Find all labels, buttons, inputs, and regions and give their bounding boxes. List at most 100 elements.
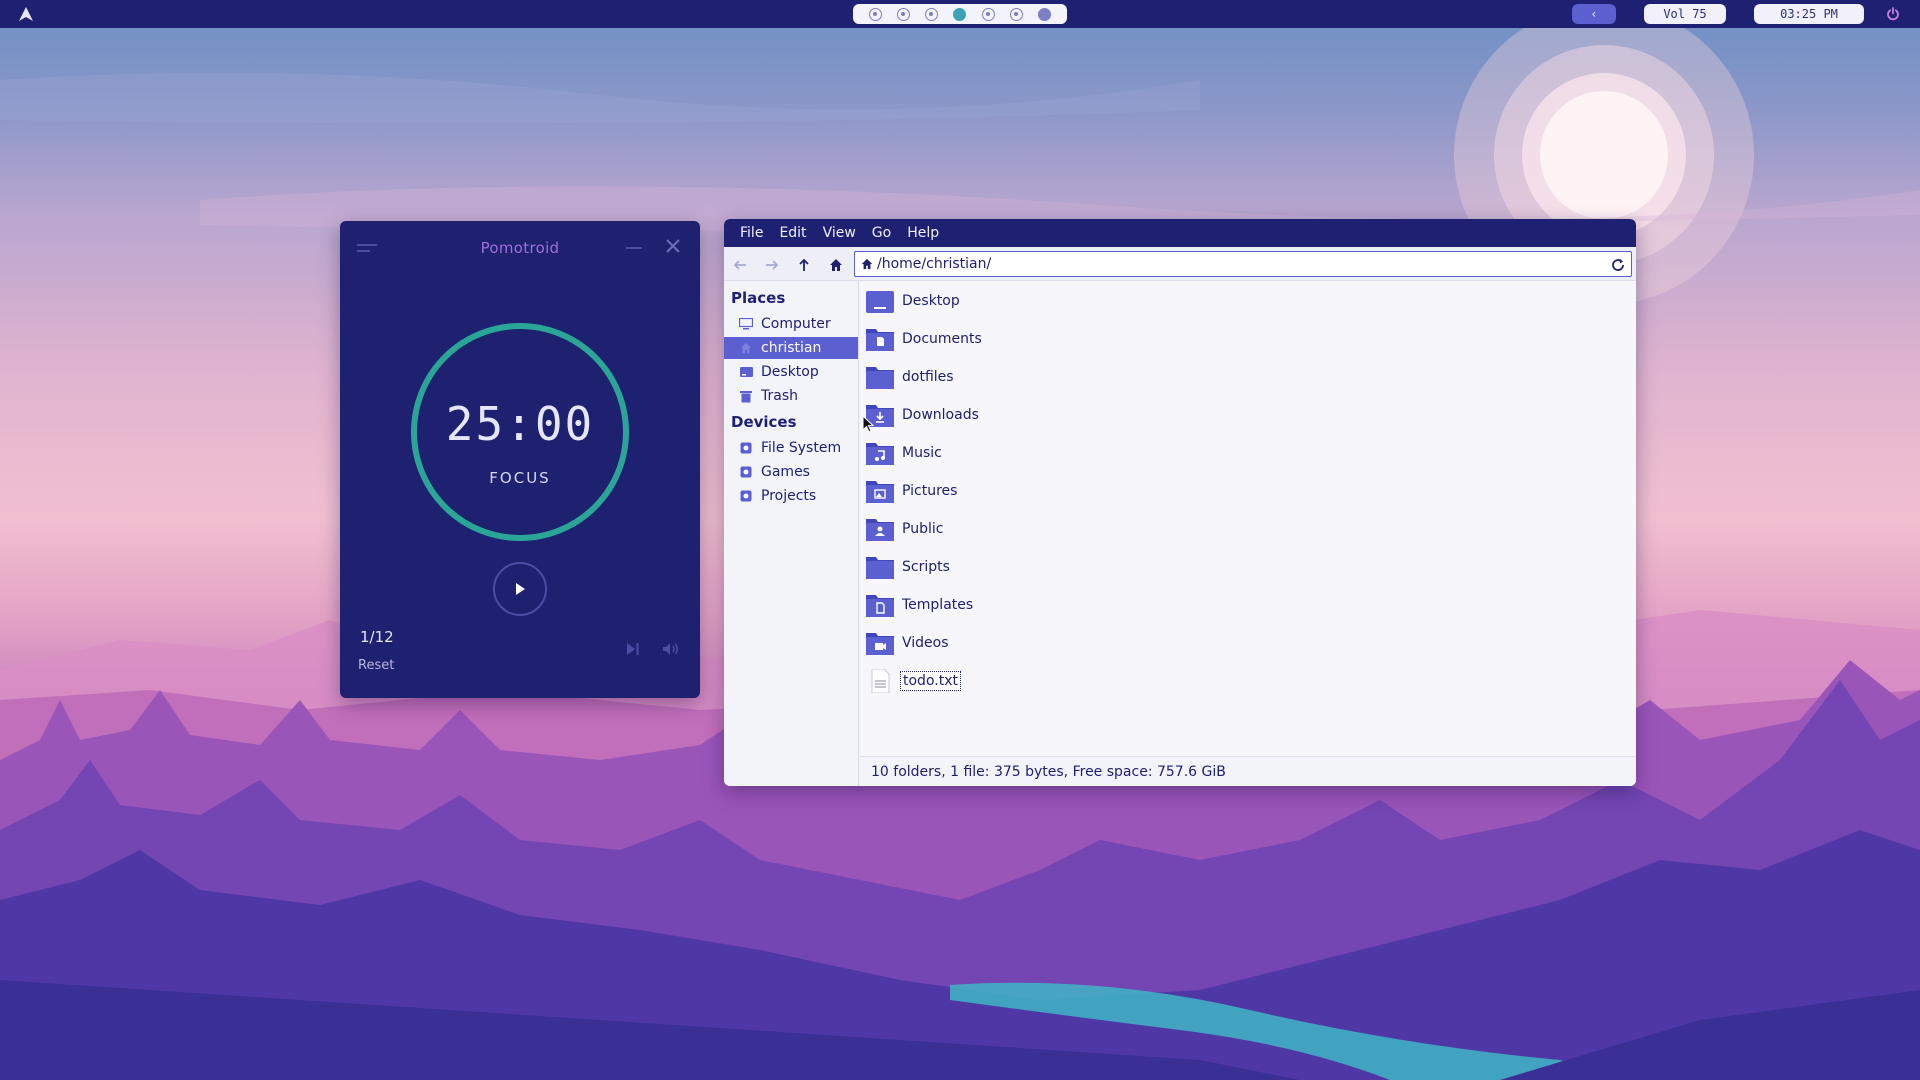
file-name: Templates: [902, 597, 974, 613]
forward-arrow-icon[interactable]: [765, 257, 779, 276]
workspace-7-button[interactable]: [1038, 7, 1052, 21]
public-folder-icon: [866, 517, 894, 541]
file-name: Pictures: [902, 483, 958, 499]
refresh-icon[interactable]: [1611, 257, 1625, 276]
menu-bar: File Edit View Go Help: [724, 219, 1636, 247]
volume-indicator[interactable]: Vol 75: [1644, 4, 1726, 24]
file-name: Videos: [902, 635, 949, 651]
workspace-1-button[interactable]: [868, 7, 882, 21]
menu-help[interactable]: Help: [899, 225, 947, 241]
round-counter: 1/12: [360, 628, 394, 646]
desktop-folder-icon: [739, 365, 753, 379]
mouse-cursor-icon: [862, 415, 874, 433]
folder-icon: [866, 555, 894, 579]
sidebar-item-file-system[interactable]: File System: [724, 437, 858, 459]
timer-display: 25:00: [445, 397, 595, 451]
sidebar-item-christian[interactable]: christian: [724, 337, 858, 359]
reset-button[interactable]: Reset: [358, 658, 394, 673]
workspace-3-button[interactable]: [925, 7, 939, 21]
home-icon: [739, 341, 753, 355]
sidebar-item-label: Projects: [761, 488, 817, 504]
file-list: Desktop Documents dotfiles Downloads Mus…: [860, 281, 1636, 756]
sidebar-item-label: Computer: [761, 316, 831, 332]
file-name: Music: [902, 445, 942, 461]
sidebar-item-games[interactable]: Games: [724, 461, 858, 483]
drive-icon: [739, 489, 753, 503]
workspace-4-button[interactable]: [953, 7, 967, 21]
workspace-5-button[interactable]: [981, 7, 995, 21]
drive-icon: [739, 441, 753, 455]
file-name: dotfiles: [902, 369, 954, 385]
power-icon[interactable]: [1886, 6, 1900, 25]
sidebar-item-label: Desktop: [761, 364, 819, 380]
list-item[interactable]: Templates: [866, 591, 975, 619]
location-path[interactable]: /home/christian/: [877, 256, 991, 272]
music-folder-icon: [866, 441, 894, 465]
list-item[interactable]: Pictures: [866, 477, 959, 505]
workspace-2-button[interactable]: [896, 7, 910, 21]
top-panel: ‹ Vol 75 03:25 PM: [0, 0, 1920, 28]
list-item[interactable]: todo.txt: [866, 667, 961, 695]
home-icon[interactable]: [829, 257, 843, 276]
sidebar-item-trash[interactable]: Trash: [724, 385, 858, 407]
list-item[interactable]: Videos: [866, 629, 951, 657]
sidebar-item-projects[interactable]: Projects: [724, 485, 858, 507]
close-icon[interactable]: [665, 238, 681, 258]
location-bar[interactable]: /home/christian/: [854, 251, 1632, 277]
monitor-icon: [739, 317, 753, 331]
file-name: todo.txt: [900, 671, 961, 691]
tray-toggle-button[interactable]: ‹: [1572, 4, 1616, 24]
file-name: Documents: [902, 331, 982, 347]
status-bar: 10 folders, 1 file: 375 bytes, Free spac…: [860, 756, 1636, 786]
file-manager-window: File Edit View Go Help /home/christian/: [724, 219, 1636, 786]
sidebar-item-computer[interactable]: Computer: [724, 313, 858, 335]
workspace-switcher: [853, 4, 1067, 24]
text-file-icon: [866, 668, 894, 694]
clock[interactable]: 03:25 PM: [1754, 4, 1864, 24]
menu-go[interactable]: Go: [864, 225, 899, 241]
play-icon: [516, 583, 525, 595]
menu-view[interactable]: View: [815, 225, 864, 241]
list-item[interactable]: Downloads: [866, 401, 981, 429]
arch-logo-icon[interactable]: [18, 6, 34, 26]
sidebar-item-label: christian: [761, 340, 822, 356]
file-name: Scripts: [902, 559, 950, 575]
list-item[interactable]: Desktop: [866, 287, 962, 315]
up-arrow-icon[interactable]: [797, 257, 811, 276]
sidebar: Places Computer christian Desktop Trash …: [724, 281, 859, 786]
toolbar: /home/christian/: [724, 247, 1636, 281]
sidebar-item-label: File System: [761, 440, 842, 456]
minimize-icon[interactable]: [626, 247, 642, 249]
menu-edit[interactable]: Edit: [771, 225, 814, 241]
sidebar-item-label: Games: [761, 464, 810, 480]
folder-icon: [866, 365, 894, 389]
file-name: Public: [902, 521, 944, 537]
pictures-folder-icon: [866, 479, 894, 503]
list-item[interactable]: Scripts: [866, 553, 952, 581]
menu-file[interactable]: File: [732, 225, 771, 241]
home-icon: [861, 255, 873, 274]
back-arrow-icon[interactable]: [733, 257, 747, 276]
sidebar-item-label: Trash: [761, 388, 798, 404]
sidebar-item-desktop[interactable]: Desktop: [724, 361, 858, 383]
places-heading: Places: [731, 289, 786, 307]
videos-folder-icon: [866, 631, 894, 655]
templates-folder-icon: [866, 593, 894, 617]
play-button[interactable]: [493, 562, 547, 616]
desktop-folder-icon: [866, 289, 894, 313]
chevron-left-icon: ‹: [1590, 7, 1598, 21]
list-item[interactable]: Documents: [866, 325, 984, 353]
file-name: Desktop: [902, 293, 960, 309]
list-item[interactable]: dotfiles: [866, 363, 956, 391]
speaker-icon[interactable]: [662, 641, 680, 660]
drive-icon: [739, 465, 753, 479]
trash-icon: [739, 389, 753, 403]
devices-heading: Devices: [731, 413, 797, 431]
list-item[interactable]: Public: [866, 515, 945, 543]
workspace-6-button[interactable]: [1010, 7, 1024, 21]
timer-mode-label: FOCUS: [489, 469, 551, 487]
list-item[interactable]: Music: [866, 439, 944, 467]
skip-icon[interactable]: [626, 641, 640, 660]
window-title: Pomotroid: [480, 239, 560, 257]
documents-folder-icon: [866, 327, 894, 351]
